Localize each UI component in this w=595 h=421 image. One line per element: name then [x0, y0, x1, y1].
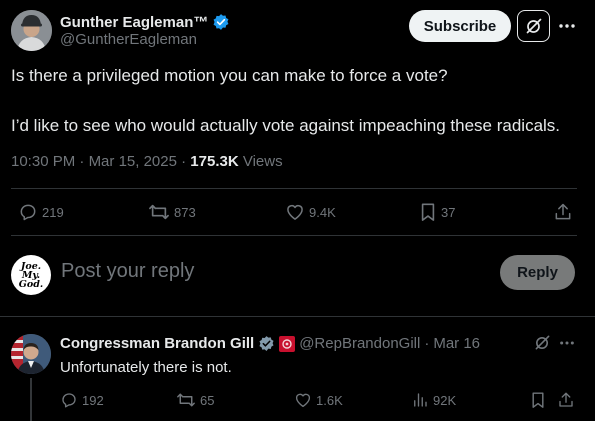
- bookmark-icon: [530, 391, 546, 409]
- thread-line: [30, 378, 32, 421]
- post-text-line-2: I’d like to see who would actually vote …: [11, 116, 561, 135]
- grok-button[interactable]: [517, 10, 550, 42]
- reply-count: 219: [42, 204, 64, 220]
- reply-repost-count: 65: [200, 392, 215, 408]
- reply-author-handle[interactable]: @RepBrandonGill: [299, 335, 420, 352]
- like-action[interactable]: 9.4K: [285, 202, 336, 222]
- more-icon[interactable]: [556, 16, 578, 36]
- reply-like-count: 1.6K: [316, 392, 343, 408]
- verified-badge-icon: [258, 335, 275, 352]
- divider: [11, 235, 577, 236]
- repost-action[interactable]: 873: [148, 202, 196, 222]
- reply-date[interactable]: Mar 16: [433, 335, 480, 352]
- house-seal-icon: [279, 335, 296, 352]
- views-label: Views: [242, 153, 283, 170]
- share-icon: [557, 391, 575, 409]
- composer-avatar[interactable]: Joe. My. God.: [11, 255, 51, 295]
- more-icon[interactable]: [557, 336, 577, 350]
- author-name[interactable]: Gunther Eagleman™: [60, 14, 208, 31]
- divider: [0, 316, 595, 317]
- repost-count: 873: [174, 204, 196, 220]
- repost-icon: [176, 391, 196, 409]
- bookmark-count: 37: [441, 204, 456, 220]
- post-time[interactable]: 10:30 PM: [11, 153, 75, 170]
- reply-header: Congressman Brandon Gill @RepBrandonGill…: [60, 335, 481, 352]
- author-name-row[interactable]: Gunther Eagleman™: [60, 13, 230, 31]
- post-date[interactable]: Mar 15, 2025: [89, 153, 177, 170]
- reply-icon: [60, 391, 78, 409]
- bookmark-icon: [419, 202, 437, 222]
- reply-like-action[interactable]: 1.6K: [294, 391, 343, 409]
- views-count: 175.3K: [190, 153, 239, 170]
- like-icon: [294, 391, 312, 409]
- repost-icon: [148, 202, 170, 222]
- reply-action[interactable]: 219: [18, 202, 64, 222]
- reply-button[interactable]: Reply: [500, 255, 575, 290]
- reply-bookmark-action[interactable]: [530, 391, 546, 409]
- analytics-icon: [411, 391, 429, 409]
- post-text-line-1: Is there a privileged motion you can mak…: [11, 66, 448, 85]
- post-meta: 10:30 PM · Mar 15, 2025 · 175.3K Views: [11, 153, 283, 170]
- divider: [11, 188, 577, 189]
- reply-share-action[interactable]: [557, 391, 575, 409]
- share-icon: [553, 202, 573, 222]
- reply-input[interactable]: Post your reply: [61, 260, 194, 283]
- share-action[interactable]: [553, 202, 573, 222]
- verified-badge-icon: [212, 13, 230, 31]
- subscribe-button[interactable]: Subscribe: [409, 10, 511, 42]
- reply-views-count: 92K: [433, 392, 457, 408]
- grok-icon: [525, 17, 543, 35]
- reply-reply-count: 192: [82, 392, 104, 408]
- like-icon: [285, 202, 305, 222]
- author-avatar[interactable]: [11, 10, 52, 51]
- reply-icon: [18, 202, 38, 222]
- reply-repost-action[interactable]: 65: [176, 391, 214, 409]
- reply-analytics-action[interactable]: 92K: [411, 391, 456, 409]
- reply-author-name[interactable]: Congressman Brandon Gill: [60, 335, 254, 352]
- reply-text: Unfortunately there is not.: [60, 359, 232, 376]
- author-handle[interactable]: @GuntherEagleman: [60, 31, 197, 48]
- grok-icon[interactable]: [534, 334, 551, 351]
- reply-reply-action[interactable]: 192: [60, 391, 104, 409]
- reply-author-avatar[interactable]: [11, 334, 51, 374]
- bookmark-action[interactable]: 37: [419, 202, 455, 222]
- like-count: 9.4K: [309, 204, 336, 220]
